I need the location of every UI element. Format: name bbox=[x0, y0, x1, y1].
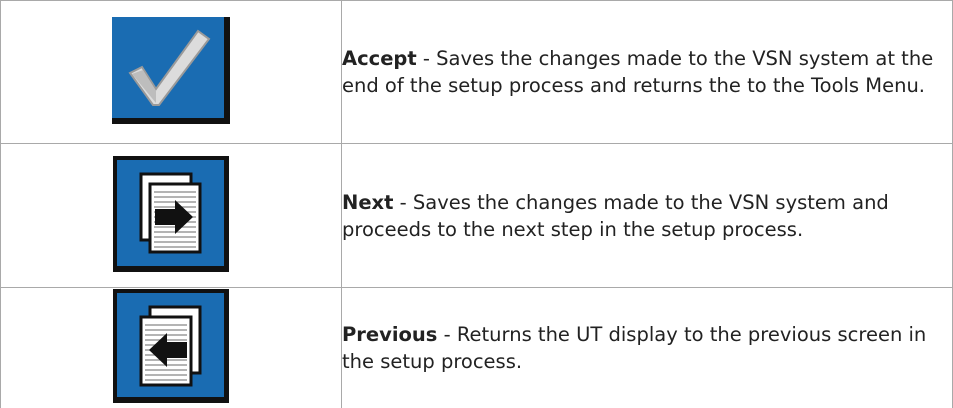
accept-button-image bbox=[112, 17, 230, 124]
icon-cell bbox=[1, 1, 342, 144]
description-cell: Accept - Saves the changes made to the V… bbox=[342, 1, 953, 144]
previous-button-image bbox=[113, 289, 229, 403]
checkmark-icon bbox=[112, 17, 224, 118]
term-separator: - bbox=[417, 47, 436, 70]
term-separator: - bbox=[437, 323, 456, 346]
previous-page-arrow-icon bbox=[117, 293, 224, 397]
term-description: Saves the changes made to the VSN system… bbox=[342, 191, 889, 241]
table-row-next: Next - Saves the changes made to the VSN… bbox=[1, 144, 953, 288]
term-label: Previous bbox=[342, 323, 437, 346]
icon-cell bbox=[1, 288, 342, 408]
description-cell: Previous - Returns the UT display to the… bbox=[342, 288, 953, 408]
next-page-arrow-icon bbox=[117, 160, 224, 266]
term-label: Accept bbox=[342, 47, 417, 70]
term-label: Next bbox=[342, 191, 393, 214]
description-cell: Next - Saves the changes made to the VSN… bbox=[342, 144, 953, 288]
next-button-image bbox=[113, 156, 229, 272]
table-row-previous: Previous - Returns the UT display to the… bbox=[1, 288, 953, 408]
table-row-accept: Accept - Saves the changes made to the V… bbox=[1, 1, 953, 144]
icon-cell bbox=[1, 144, 342, 288]
term-separator: - bbox=[393, 191, 412, 214]
button-reference-table: Accept - Saves the changes made to the V… bbox=[0, 0, 953, 408]
